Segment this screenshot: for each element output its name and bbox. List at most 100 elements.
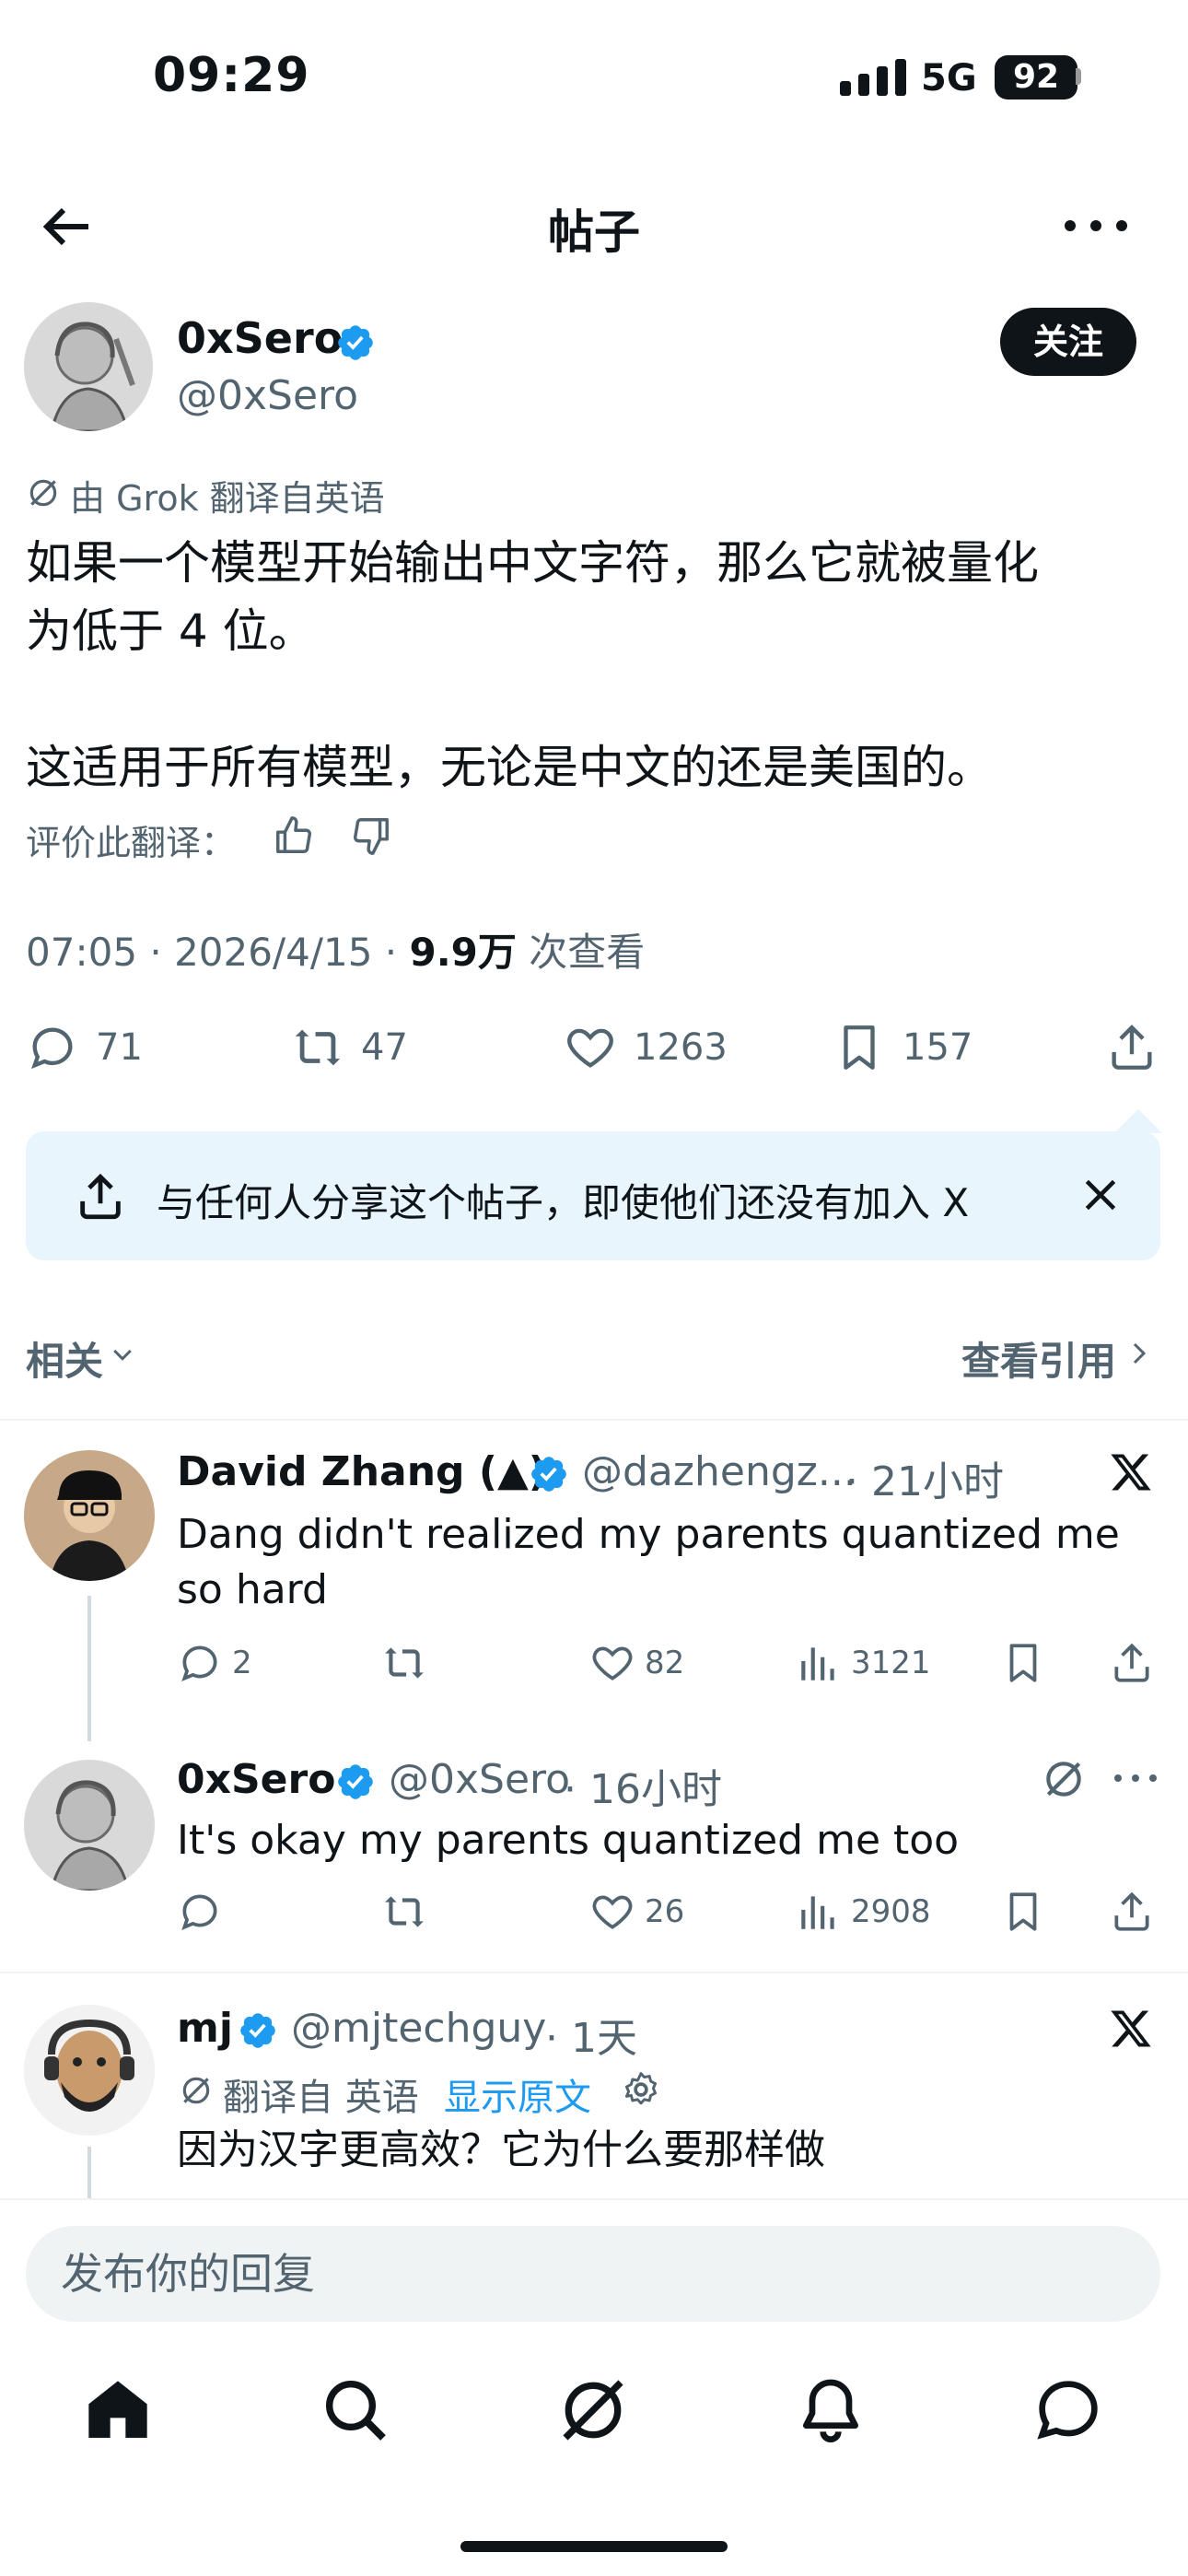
reply-author-name[interactable]: 0xSero: [177, 1756, 335, 1803]
author-avatar[interactable]: [24, 302, 153, 431]
notifications-icon[interactable]: [794, 2373, 868, 2447]
divider: [0, 2198, 1188, 2200]
reply-like-action[interactable]: 82: [589, 1640, 684, 1686]
gear-icon[interactable]: [621, 2069, 661, 2110]
author-name[interactable]: 0xSero: [177, 313, 343, 363]
chevron-right-icon[interactable]: [1125, 1338, 1153, 1369]
reply-repost-action[interactable]: [381, 1889, 437, 1935]
status-time: 09:29: [153, 48, 310, 103]
x-logo-icon: [1111, 1454, 1151, 1491]
verified-badge-icon: [531, 1457, 566, 1492]
close-icon[interactable]: [1077, 1172, 1124, 1218]
repost-icon: [385, 1647, 424, 1679]
share-banner-text[interactable]: 与任何人分享这个帖子，即使他们还没有加入 X: [157, 1172, 969, 1228]
bookmark-action[interactable]: 157: [833, 1021, 973, 1074]
reply-author-name[interactable]: mj: [177, 2005, 233, 2052]
rate-translation-label: 评价此翻译：: [26, 823, 237, 863]
reply-author-handle[interactable]: @dazhengz...: [582, 1448, 856, 1495]
battery-indicator: 92: [995, 55, 1077, 100]
like-count: 1263: [634, 1026, 728, 1069]
view-suffix: 次查看: [516, 930, 646, 975]
network-label: 5G: [921, 57, 977, 100]
reply-time: · 21小时: [845, 1458, 1004, 1505]
related-dropdown[interactable]: 相关: [26, 1330, 103, 1387]
reply-text: 因为汉字更高效？它为什么要那样做: [177, 2126, 825, 2173]
reply-text: Dang didn't realized my parents quantize…: [177, 1511, 1120, 1613]
reply-count: 2: [232, 1645, 252, 1681]
chevron-down-icon[interactable]: [109, 1341, 136, 1369]
repost-count: 47: [361, 1026, 408, 1069]
follow-button[interactable]: 关注: [1000, 308, 1136, 376]
reply-repost-action[interactable]: [381, 1640, 437, 1686]
reply-icon: [31, 1027, 73, 1070]
reply-avatar[interactable]: [24, 1760, 155, 1891]
reply-reply-action[interactable]: [177, 1889, 232, 1935]
reply-icon: [181, 1894, 217, 1930]
grok-icon[interactable]: [556, 2373, 630, 2447]
thumbs-up-icon[interactable]: [273, 814, 315, 857]
bookmark-count: 157: [903, 1026, 973, 1069]
search-icon[interactable]: [319, 2373, 392, 2447]
reply-input[interactable]: [26, 2226, 1160, 2322]
reply-avatar[interactable]: [24, 1450, 155, 1581]
heart-icon: [592, 1646, 633, 1680]
view-count: 2908: [851, 1893, 931, 1930]
reply-time: · 16小时: [564, 1766, 722, 1813]
reply-icon: [181, 1645, 217, 1681]
view-quotes-link[interactable]: 查看引用: [961, 1330, 1116, 1387]
share-action[interactable]: [1105, 1021, 1159, 1074]
post-meta: 07:05 · 2026/4/15 · 9.9万 次查看: [26, 921, 645, 978]
verified-badge-icon: [338, 1764, 373, 1799]
reply-count: 71: [96, 1026, 143, 1069]
post-text: 如果一个模型开始输出中文字符，那么它就被量化 为低于 4 位。 这适用于所有模型…: [26, 536, 1039, 794]
reply-reply-action[interactable]: 2: [177, 1640, 252, 1686]
thumbs-down-icon[interactable]: [350, 814, 392, 857]
reply-translation-note: 翻译自 英语: [223, 2077, 419, 2119]
reply-share-action[interactable]: [1109, 1889, 1155, 1935]
verified-badge-icon: [240, 2013, 275, 2048]
reply-share-action[interactable]: [1109, 1640, 1155, 1686]
post-time: 07:05 · 2026/4/15 ·: [26, 930, 410, 975]
messages-icon[interactable]: [1031, 2373, 1105, 2447]
reply-author-handle[interactable]: @0xSero: [389, 1756, 570, 1803]
views-chart-icon: [801, 1647, 834, 1680]
reply-text: It's okay my parents quantized me too: [177, 1817, 960, 1864]
show-original-link[interactable]: 显示原文: [444, 2067, 591, 2121]
home-indicator: [460, 2541, 728, 2552]
repost-action[interactable]: 47: [291, 1021, 408, 1074]
reply-bookmark-action[interactable]: [1000, 1889, 1046, 1935]
bookmark-icon: [1009, 1644, 1037, 1682]
views-chart-icon: [801, 1896, 834, 1929]
heart-icon: [592, 1895, 633, 1929]
grok-icon: [29, 479, 57, 507]
x-logo-icon: [1111, 2010, 1151, 2047]
share-icon: [80, 1173, 121, 1220]
grok-icon[interactable]: [1041, 1756, 1087, 1802]
reply-views-action[interactable]: 2908: [796, 1889, 931, 1935]
battery-tip: [1076, 68, 1081, 85]
repost-icon: [295, 1029, 341, 1066]
heart-icon: [567, 1028, 613, 1068]
share-icon: [1114, 1891, 1149, 1931]
reply-author-name[interactable]: David Zhang (▲): [177, 1448, 547, 1495]
page-title: 帖子: [548, 205, 640, 259]
reply-avatar[interactable]: [24, 2005, 155, 2136]
verified-badge-icon: [338, 325, 373, 360]
reply-action[interactable]: 71: [26, 1021, 143, 1074]
reply-views-action[interactable]: 3121: [796, 1640, 931, 1686]
divider: [0, 1972, 1188, 1973]
thread-line: [87, 2147, 91, 2198]
more-icon[interactable]: [1111, 1769, 1160, 1787]
like-count: 26: [645, 1893, 685, 1930]
more-icon[interactable]: [1059, 212, 1133, 240]
share-icon: [1112, 1025, 1152, 1070]
author-handle[interactable]: @0xSero: [177, 372, 358, 419]
reply-author-handle[interactable]: @mjtechguy: [291, 2005, 546, 2052]
view-count: 3121: [851, 1645, 931, 1681]
like-action[interactable]: 1263: [564, 1021, 728, 1074]
view-count: 9.9万: [409, 930, 517, 975]
home-icon[interactable]: [81, 2373, 155, 2447]
bookmark-icon: [1009, 1892, 1037, 1931]
reply-bookmark-action[interactable]: [1000, 1640, 1046, 1686]
reply-like-action[interactable]: 26: [589, 1889, 684, 1935]
